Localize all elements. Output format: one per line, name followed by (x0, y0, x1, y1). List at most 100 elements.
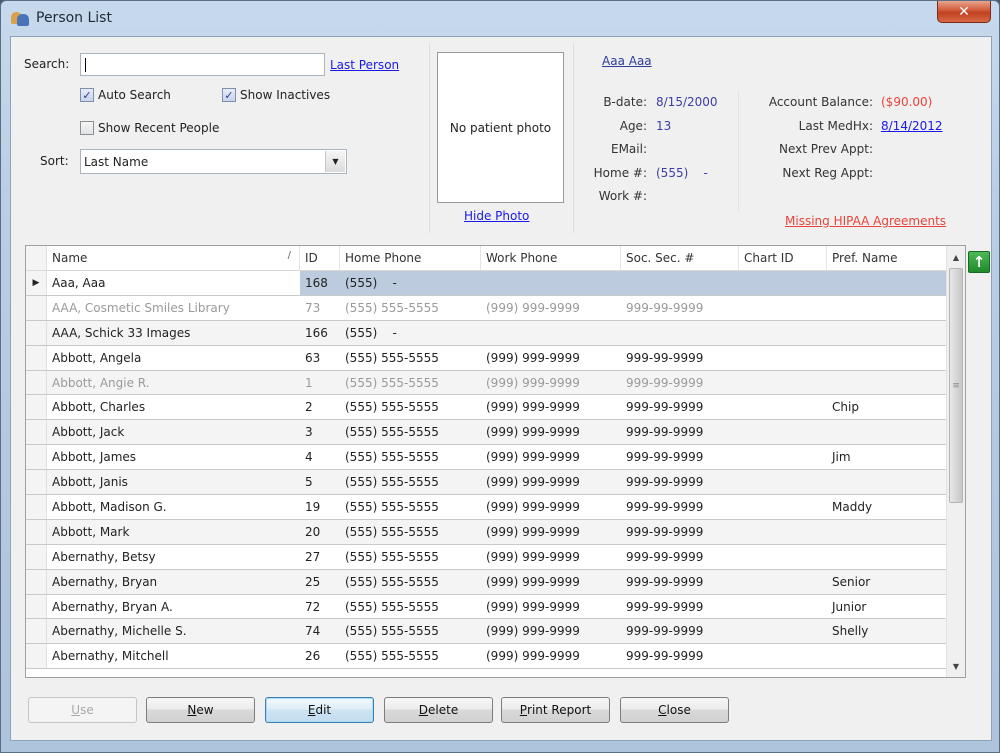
table-row[interactable]: Abernathy, Michelle S. 74 (555) 555-5555 (9… (26, 619, 947, 645)
cell-id: 3 (305, 425, 313, 440)
cell-home: (555) 555-5555 (345, 599, 439, 614)
cell-chart (739, 296, 827, 320)
cell-work: (999) 999-9999 (486, 574, 580, 589)
scroll-down-icon[interactable]: ▼ (947, 657, 965, 675)
row-selector[interactable] (26, 569, 47, 594)
vertical-scrollbar[interactable]: ▲ ≡ ▼ (946, 246, 965, 677)
column-header-chart-id[interactable]: Chart ID (739, 246, 827, 271)
scroll-up-icon[interactable]: ▲ (947, 248, 965, 266)
cell-id: 26 (305, 649, 321, 664)
row-selector[interactable] (26, 395, 47, 420)
cell-name: Abbott, James (52, 450, 137, 465)
table-row[interactable]: AAA, Schick 33 Images 166 (555) - (26, 320, 947, 346)
cell-name: Abbott, Charles (52, 400, 146, 415)
cell-pref (827, 296, 947, 320)
cell-work: (999) 999-9999 (486, 375, 580, 390)
current-row-indicator-icon[interactable]: ▶ (26, 271, 47, 295)
table-row[interactable]: Abbott, Madison G. 19 (555) 555-5555 (999) … (26, 495, 947, 520)
auto-search-checkbox[interactable]: ✓ Auto Search (80, 88, 171, 102)
row-selector[interactable] (26, 519, 47, 544)
column-header-pref-name[interactable]: Pref. Name (827, 246, 947, 271)
sort-value: Last Name (84, 154, 149, 169)
table-row[interactable]: Abbott, Jack 3 (555) 555-5555 (999) 999-999… (26, 420, 947, 446)
table-row[interactable]: Abernathy, Mitchell 26 (555) 555-5555 (999)… (26, 644, 947, 670)
cell-id: 20 (305, 524, 321, 539)
table-row[interactable]: ▶ Aaa, Aaa 168 (555) - (26, 271, 947, 296)
row-selector[interactable] (26, 320, 47, 345)
cell-chart (739, 470, 827, 494)
last-medhx-link[interactable]: 8/14/2012 (881, 119, 943, 133)
cell-chart (739, 371, 827, 395)
new-button[interactable]: New (146, 697, 255, 723)
cell-name: Abbott, Jack (52, 425, 125, 440)
cell-chart (739, 545, 827, 569)
cell-ssn: 999-99-9999 (626, 624, 704, 639)
cell-ssn: 999-99-9999 (626, 599, 704, 614)
row-selector[interactable] (26, 420, 47, 445)
edit-button[interactable]: Edit (265, 697, 374, 723)
email-label: EMail: (611, 142, 647, 156)
table-row[interactable]: Abernathy, Bryan 25 (555) 555-5555 (999) 99… (26, 569, 947, 595)
row-selector[interactable] (26, 544, 47, 569)
table-row[interactable]: Abbott, Charles 2 (555) 555-5555 (999) 999-… (26, 395, 947, 421)
delete-button[interactable]: Delete (384, 697, 493, 723)
person-grid[interactable]: Name / ID Home Phone Work Phone Soc. Sec… (25, 245, 966, 678)
sort-dropdown[interactable]: Last Name ▼ (80, 149, 347, 174)
cell-pref (827, 271, 947, 295)
use-button[interactable]: Use (28, 697, 137, 723)
cell-chart (739, 395, 827, 419)
row-selector[interactable] (26, 345, 47, 370)
cell-name: AAA, Cosmetic Smiles Library (52, 300, 230, 315)
row-selector[interactable] (26, 619, 47, 644)
row-selector[interactable] (26, 445, 47, 470)
column-header-home-phone[interactable]: Home Phone (340, 246, 481, 271)
row-selector[interactable] (26, 644, 47, 669)
scroll-thumb[interactable]: ≡ (949, 268, 963, 503)
row-selector[interactable] (26, 495, 47, 519)
search-input[interactable] (80, 53, 325, 76)
table-row[interactable]: Abbott, Janis 5 (555) 555-5555 (999) 999-99… (26, 470, 947, 496)
cell-home: (555) 555-5555 (345, 574, 439, 589)
table-row[interactable]: Abernathy, Betsy 27 (555) 555-5555 (999) 99… (26, 544, 947, 570)
table-row[interactable]: AAA, Cosmetic Smiles Library 73 (555) 555-… (26, 295, 947, 321)
column-header-work-phone[interactable]: Work Phone (481, 246, 621, 271)
close-button[interactable]: Close (620, 697, 729, 723)
close-window-button[interactable]: ✕ (937, 1, 991, 23)
cell-home: (555) 555-5555 (345, 450, 439, 465)
chevron-down-icon[interactable]: ▼ (325, 151, 345, 172)
column-header-id[interactable]: ID (300, 246, 340, 271)
cell-chart (739, 495, 827, 519)
print-report-button[interactable]: Print Report (501, 697, 610, 723)
show-inactives-checkbox[interactable]: ✓ Show Inactives (222, 88, 330, 102)
auto-search-label: Auto Search (98, 88, 171, 102)
column-header-ssn[interactable]: Soc. Sec. # (621, 246, 739, 271)
missing-hipaa-link[interactable]: Missing HIPAA Agreements (785, 214, 946, 228)
row-selector[interactable] (26, 470, 47, 495)
cell-work: (999) 999-9999 (486, 475, 580, 490)
column-header-name[interactable]: Name / (47, 246, 300, 271)
last-person-link[interactable]: Last Person (330, 58, 399, 72)
cell-work (481, 271, 621, 295)
table-row[interactable]: Abbott, Angela 63 (555) 555-5555 (999) 999-… (26, 345, 947, 371)
cell-ssn: 999-99-9999 (626, 375, 704, 390)
table-row[interactable]: Abbott, James 4 (555) 555-5555 (999) 999-99… (26, 445, 947, 471)
cell-work: (999) 999-9999 (486, 500, 580, 515)
row-selector[interactable] (26, 370, 47, 395)
people-icon (11, 10, 29, 26)
row-selector[interactable] (26, 594, 47, 619)
table-row[interactable]: Abbott, Angie R. 1 (555) 555-5555 (999) 999… (26, 370, 947, 396)
divider (738, 91, 739, 211)
work-phone-label: Work #: (598, 189, 647, 203)
table-row[interactable]: Abbott, Mark 20 (555) 555-5555 (999) 999-99… (26, 519, 947, 545)
table-row[interactable]: Abernathy, Bryan A. 72 (555) 555-5555 (999)… (26, 594, 947, 620)
go-to-top-button[interactable]: ↑ (968, 251, 990, 273)
cell-pref (827, 545, 947, 569)
hide-photo-link[interactable]: Hide Photo (464, 209, 529, 223)
patient-name-link[interactable]: Aaa Aaa (602, 54, 652, 68)
home-phone-value: (555) - (656, 166, 708, 180)
row-selector-header (26, 246, 47, 270)
last-medhx-label: Last MedHx: (798, 119, 873, 133)
cell-chart (739, 619, 827, 643)
row-selector[interactable] (26, 295, 47, 320)
show-recent-people-checkbox[interactable]: Show Recent People (80, 121, 219, 135)
